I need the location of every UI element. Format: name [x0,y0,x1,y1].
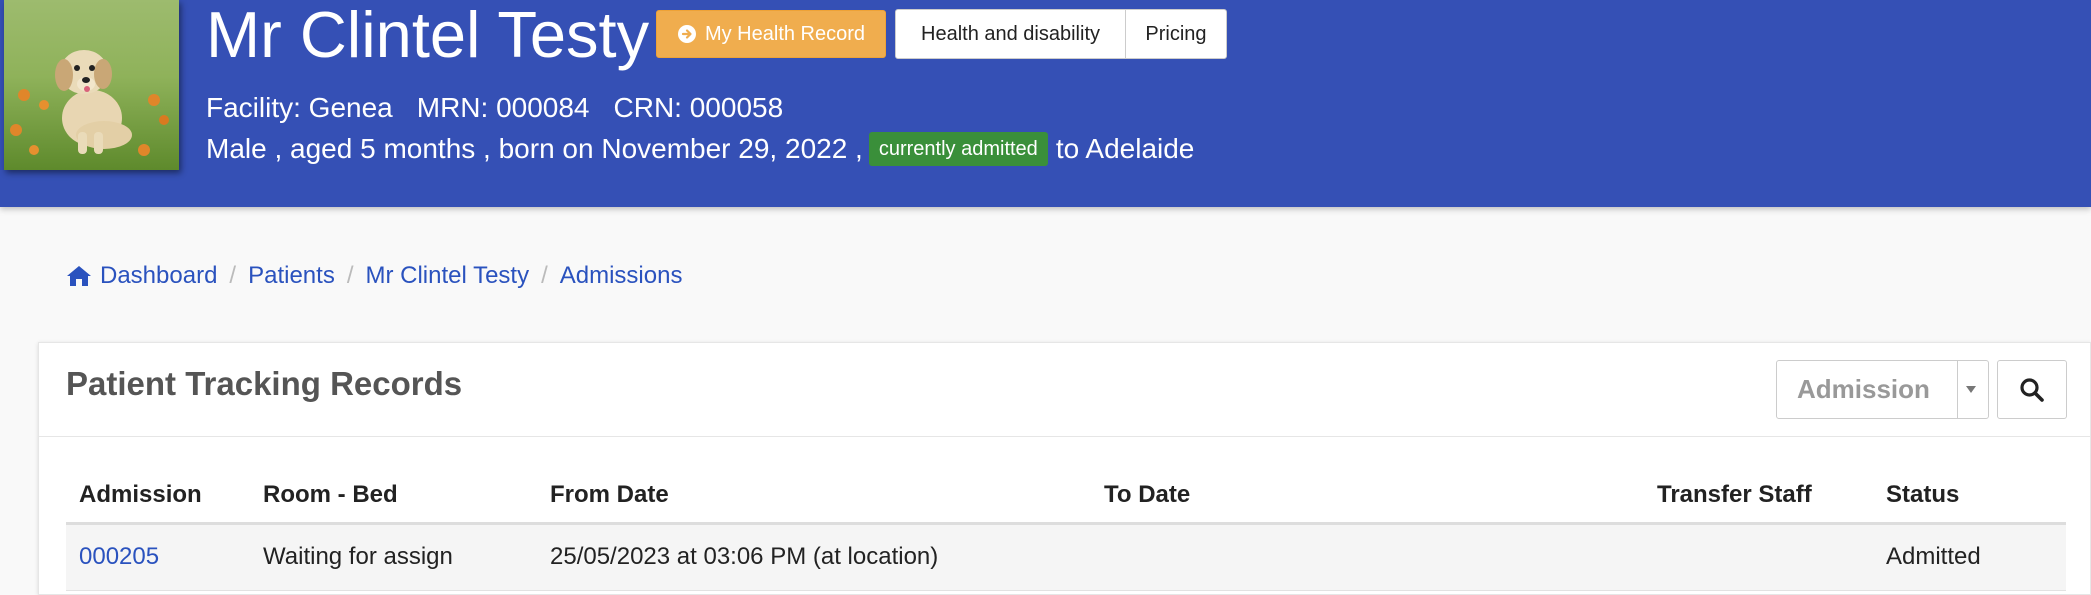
table-header-row: Admission Room - Bed From Date To Date T… [66,469,2066,525]
patient-name: Mr Clintel Testy [206,0,650,71]
table-row: 000205 Waiting for assign 25/05/2023 at … [66,523,2066,591]
breadcrumb-separator: / [229,262,237,289]
panel-title: Patient Tracking Records [66,365,463,402]
panel-header: Patient Tracking Records Admission [39,343,2090,437]
record-type-select-value: Admission [1797,374,1930,404]
patient-demographics: Male , aged 5 months , born on November … [206,130,1194,168]
breadcrumb-admissions[interactable]: Admissions [560,262,683,290]
column-header-status: Status [1873,469,2066,525]
breadcrumb-patients[interactable]: Patients [248,262,335,290]
mrn-text: MRN: 000084 [416,92,590,123]
admission-link[interactable]: 000205 [79,543,159,570]
column-header-admission: Admission [66,469,250,525]
breadcrumb-separator: / [541,262,548,289]
puppy-photo [4,0,179,170]
my-health-record-button[interactable]: My Health Record [656,10,886,58]
facility-text: Facility: Genea [206,92,393,123]
cell-to-date [1091,523,1644,591]
breadcrumb-separator: / [346,262,354,289]
cell-room-bed: Waiting for assign [250,523,537,591]
patient-tracking-panel: Patient Tracking Records Admission Admis… [38,342,2091,595]
tracking-records-table: Admission Room - Bed From Date To Date T… [66,469,2066,591]
column-header-room-bed: Room - Bed [250,469,537,525]
chevron-down-icon [1966,386,1976,393]
column-header-transfer-staff: Transfer Staff [1644,469,1873,525]
breadcrumb-label: Dashboard [100,262,218,289]
location-text: to Adelaide [1055,133,1195,164]
cell-status: Admitted [1873,523,2066,591]
breadcrumb-patient-name[interactable]: Mr Clintel Testy [365,262,529,290]
search-button[interactable] [1997,360,2067,419]
health-and-disability-button[interactable]: Health and disability [896,10,1125,58]
pricing-button[interactable]: Pricing [1125,10,1226,58]
search-icon [2020,377,2044,402]
cell-admission: 000205 [66,523,250,591]
header-button-group: Health and disability Pricing [895,9,1227,59]
column-header-from-date: From Date [537,469,1091,525]
arrow-circle-right-icon [677,25,696,43]
my-health-record-label: My Health Record [704,22,866,45]
cell-from-date: 25/05/2023 at 03:06 PM (at location) [537,523,1091,591]
cell-transfer-staff [1644,523,1873,591]
record-type-select[interactable]: Admission [1776,360,1989,419]
patient-identifiers: Facility: Genea MRN: 000084 CRN: 000058 [206,90,807,126]
breadcrumb: Dashboard / Patients / Mr Clintel Testy … [66,258,682,294]
crn-text: CRN: 000058 [613,92,784,123]
select-divider [1957,361,1958,418]
column-header-to-date: To Date [1091,469,1644,525]
patient-avatar [4,0,179,170]
patient-header-banner: Mr Clintel Testy My Health Record Health… [0,0,2091,207]
breadcrumb-dashboard[interactable]: Dashboard [66,262,217,290]
demographics-text: Male , aged 5 months , born on November … [206,133,863,164]
admission-status-badge: currently admitted [868,132,1048,166]
home-icon [67,266,91,286]
